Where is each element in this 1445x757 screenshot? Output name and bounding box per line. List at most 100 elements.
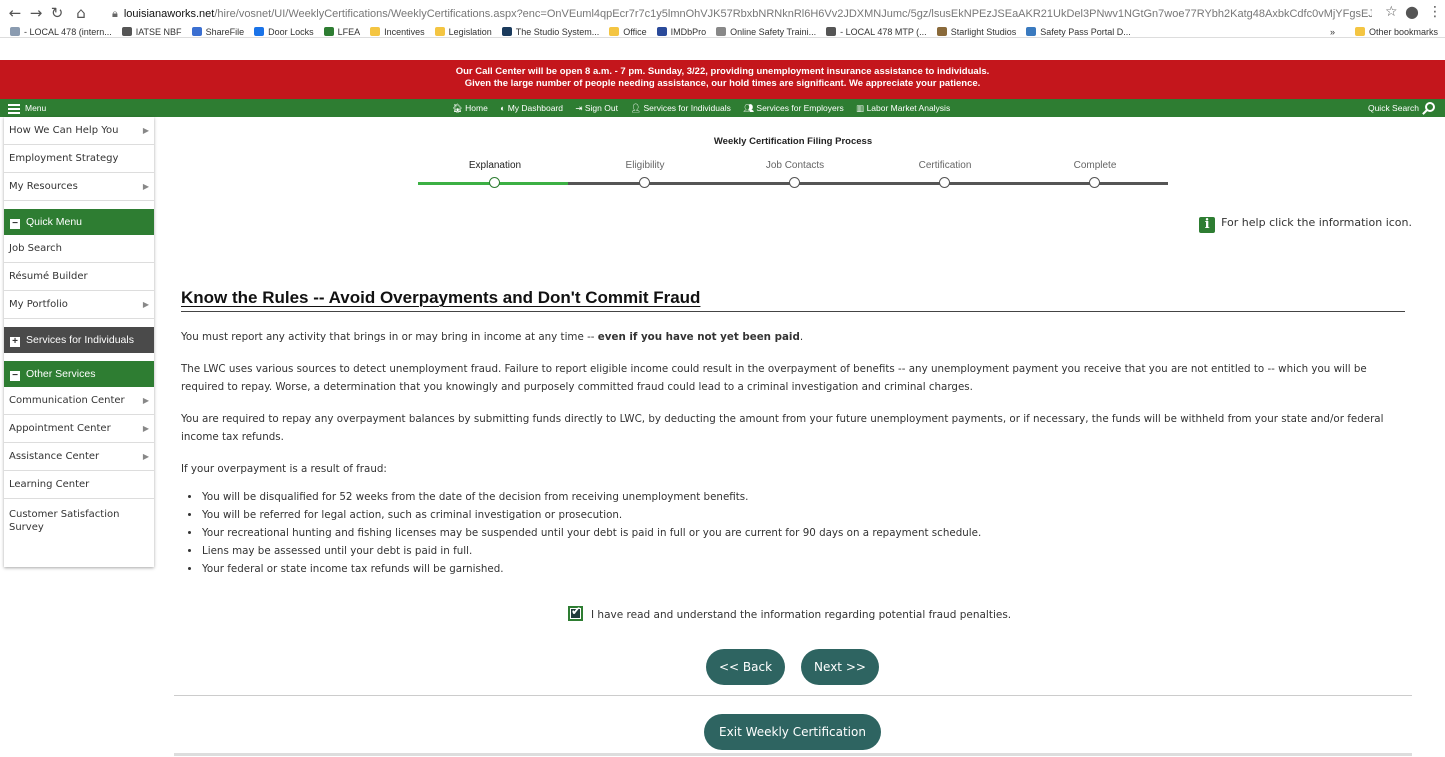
- paragraph-report-income: You must report any activity that brings…: [181, 328, 1411, 346]
- bookmark-icon: [1026, 27, 1037, 36]
- nav-home[interactable]: 🏠︎ Home: [452, 103, 488, 113]
- star-icon[interactable]: ☆: [1385, 4, 1398, 20]
- bookmark-icon: [936, 27, 947, 36]
- bookmark-icon: [826, 27, 837, 36]
- nav-services-individuals[interactable]: 👤︎ Services for Individuals: [630, 103, 731, 113]
- bookmark-item[interactable]: Safety Pass Portal D...: [1026, 26, 1131, 39]
- help-hint: i For help click the information icon.: [1199, 216, 1412, 233]
- sidebar-item-my-portfolio[interactable]: My Portfolio ▶: [4, 291, 154, 319]
- checkmark-icon: ✔: [571, 604, 582, 618]
- bookmark-icon: [716, 27, 727, 36]
- search-icon: [1425, 102, 1435, 112]
- menu-kebab-icon[interactable]: ⋮: [1428, 4, 1442, 20]
- page-title: Know the Rules -- Avoid Overpayments and…: [181, 288, 1405, 312]
- sidebar-item-learning-center[interactable]: Learning Center: [4, 471, 154, 499]
- exit-weekly-certification-button[interactable]: Exit Weekly Certification: [704, 714, 881, 750]
- menu-label: Menu: [25, 103, 47, 113]
- acknowledge-label[interactable]: I have read and understand the informati…: [591, 609, 1011, 621]
- quick-menu-header[interactable]: − Quick Menu: [4, 209, 154, 235]
- caret-right-icon: ▶: [142, 182, 149, 191]
- other-services-header[interactable]: − Other Services: [4, 361, 154, 387]
- sidebar: How We Can Help You ▶ Employment Strategy…: [4, 117, 154, 567]
- bookmark-icon: [609, 27, 620, 36]
- forward-arrow-icon[interactable]: →: [27, 4, 45, 22]
- sidebar-item-my-resources[interactable]: My Resources ▶: [4, 173, 154, 201]
- list-item: You will be referred for legal action, s…: [201, 506, 1411, 524]
- bookmarks-overflow-button[interactable]: »: [1330, 26, 1335, 39]
- bookmark-label: IMDbPro: [670, 27, 707, 37]
- bookmark-item[interactable]: ShareFile: [191, 26, 244, 39]
- sidebar-item-customer-satisfaction-survey[interactable]: Customer Satisfaction Survey: [4, 499, 154, 543]
- nav-sign-out[interactable]: ⇥ Sign Out: [575, 103, 618, 113]
- sidebar-item-label: Learning Center: [9, 479, 90, 490]
- bookmark-item[interactable]: Incentives: [370, 26, 425, 39]
- bookmark-item[interactable]: - LOCAL 478 MTP (...: [826, 26, 927, 39]
- sidebar-item-label: Assistance Center: [9, 451, 100, 462]
- collapse-icon: −: [10, 219, 20, 229]
- bookmark-icon: [10, 27, 20, 36]
- bookmark-item[interactable]: LFEA: [323, 26, 360, 39]
- nav-my-dashboard[interactable]: ◐ My Dashboard: [500, 103, 563, 113]
- step-dot-eligibility: [639, 177, 650, 188]
- back-arrow-icon[interactable]: ←: [6, 4, 24, 22]
- address-bar[interactable]: 🔒︎ louisianaworks.net/hire/vosnet/UI/Week…: [112, 3, 1372, 25]
- divider: [174, 753, 1412, 756]
- para1-text: You must report any activity that brings…: [181, 331, 598, 343]
- nav-services-individuals-label: Services for Individuals: [643, 103, 731, 113]
- step-label-job-contacts: Job Contacts: [765, 160, 825, 171]
- list-item: Your federal or state income tax refunds…: [201, 560, 1411, 578]
- sidebar-item-employment-strategy[interactable]: Employment Strategy: [4, 145, 154, 173]
- reload-icon[interactable]: ↻: [48, 4, 66, 22]
- para1-emphasis: even if you have not yet been paid: [597, 331, 800, 343]
- divider: [174, 695, 1412, 696]
- sign-out-icon: ⇥: [575, 103, 585, 113]
- bookmark-item[interactable]: IMDbPro: [656, 26, 707, 39]
- caret-right-icon: ▶: [142, 126, 149, 135]
- sidebar-item-label: My Resources: [9, 181, 78, 192]
- acknowledgement: ✔ I have read and understand the informat…: [568, 604, 1011, 621]
- bookmark-item[interactable]: Online Safety Traini...: [716, 26, 816, 39]
- alert-line-1: Our Call Center will be open 8 a.m. - 7 …: [455, 66, 990, 77]
- bookmark-item[interactable]: - LOCAL 478 (intern...: [10, 26, 112, 39]
- step-dot-explanation: [489, 177, 500, 188]
- bookmark-item[interactable]: Legislation: [434, 26, 492, 39]
- menu-button[interactable]: Menu: [8, 99, 46, 117]
- bookmark-item[interactable]: Door Locks: [254, 26, 314, 39]
- sidebar-item-label: Job Search: [9, 243, 62, 254]
- other-bookmarks[interactable]: Other bookmarks: [1355, 26, 1438, 39]
- list-item: Liens may be assessed until your debt is…: [201, 542, 1411, 560]
- bookmark-icon: [501, 27, 512, 36]
- bookmark-label: IATSE NBF: [135, 27, 182, 37]
- nav-labor-market[interactable]: ▥ Labor Market Analysis: [856, 103, 950, 113]
- acknowledge-checkbox[interactable]: ✔: [568, 604, 583, 621]
- bookmark-icon: [121, 27, 132, 36]
- sidebar-item-assistance-center[interactable]: Assistance Center ▶: [4, 443, 154, 471]
- back-button[interactable]: << Back: [706, 649, 785, 685]
- sidebar-item-resume-builder[interactable]: Résumé Builder: [4, 263, 154, 291]
- next-button[interactable]: Next >>: [801, 649, 879, 685]
- paragraph-fraud-intro: If your overpayment is a result of fraud…: [181, 463, 387, 475]
- fraud-consequences-list: You will be disqualified for 52 weeks fr…: [201, 488, 1411, 578]
- progress-stepper: Explanation Eligibility Job Contacts Cer…: [418, 158, 1168, 193]
- info-icon[interactable]: i: [1199, 217, 1216, 233]
- bookmark-item[interactable]: Office: [609, 26, 647, 39]
- bookmark-item[interactable]: Starlight Studios: [936, 26, 1016, 39]
- home-icon: 🏠︎: [452, 103, 466, 113]
- home-icon[interactable]: ⌂: [72, 4, 90, 22]
- sidebar-item-job-search[interactable]: Job Search: [4, 235, 154, 263]
- bookmark-icon: [434, 27, 445, 36]
- sidebar-item-communication-center[interactable]: Communication Center ▶: [4, 387, 154, 415]
- bookmark-item[interactable]: The Studio System...: [501, 26, 599, 39]
- other-bookmarks-label: Other bookmarks: [1369, 27, 1439, 37]
- nav-links: 🏠︎ Home ◐ My Dashboard ⇥ Sign Out 👤︎ Ser…: [452, 99, 960, 117]
- sidebar-item-how-we-can-help[interactable]: How We Can Help You ▶: [4, 117, 154, 145]
- nav-services-employers[interactable]: 👥︎ Services for Employers: [743, 103, 844, 113]
- services-individuals-header[interactable]: + Services for Individuals: [4, 327, 154, 353]
- bookmark-item[interactable]: IATSE NBF: [121, 26, 182, 39]
- sidebar-item-appointment-center[interactable]: Appointment Center ▶: [4, 415, 154, 443]
- bookmark-label: Door Locks: [268, 27, 314, 37]
- profile-avatar[interactable]: ●: [1405, 2, 1419, 21]
- quick-search[interactable]: Quick Search: [1368, 99, 1435, 117]
- caret-right-icon: ▶: [142, 452, 149, 461]
- sidebar-item-label: Employment Strategy: [9, 153, 119, 164]
